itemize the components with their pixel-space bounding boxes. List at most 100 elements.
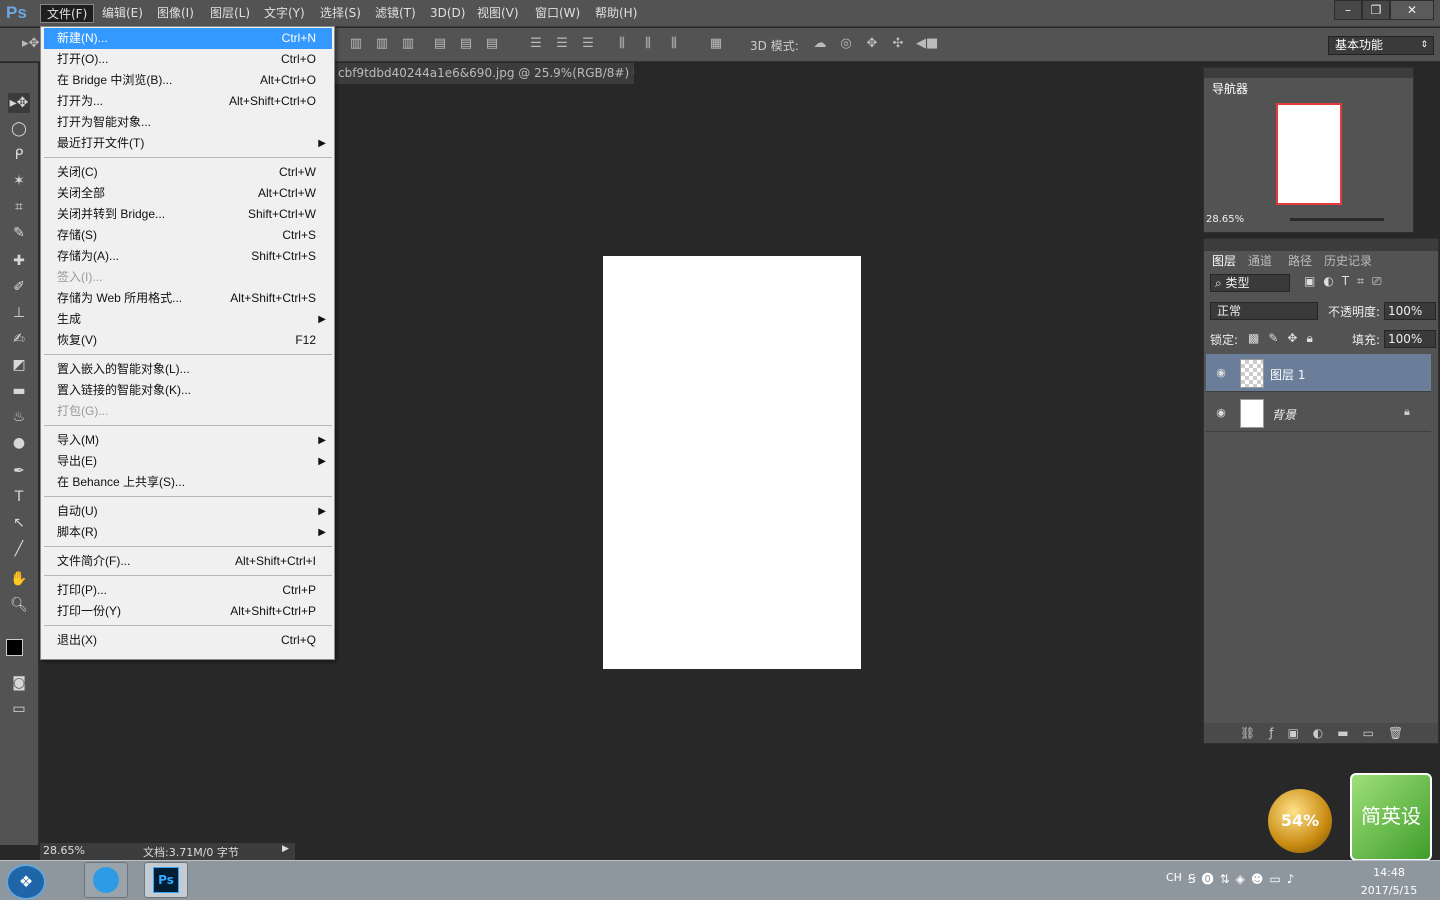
tab-navigator[interactable]: 导航器 <box>1206 81 1255 97</box>
hand-tool-icon[interactable]: ✋ <box>8 569 30 589</box>
gradient-tool-icon[interactable]: ▬ <box>8 381 30 401</box>
align-left-icon[interactable]: ▤ <box>432 36 448 52</box>
tab-layers[interactable]: 图层 <box>1206 253 1243 269</box>
zoom-tool-icon[interactable]: 🔍︎ <box>8 595 30 615</box>
line-tool-icon[interactable]: ╱ <box>8 539 30 559</box>
type-tool-icon[interactable]: T <box>8 487 30 507</box>
file-menu-item[interactable]: 打印(P)... Ctrl+P <box>44 580 332 601</box>
taskbar-app-browser[interactable] <box>84 862 128 898</box>
restore-button[interactable]: ❐ <box>1362 0 1390 20</box>
speed-ball-widget[interactable]: 54% <box>1268 789 1332 853</box>
file-menu-item[interactable]: 置入嵌入的智能对象(L)... <box>44 359 332 380</box>
distribute-vcenter-icon[interactable]: ☰ <box>554 36 570 52</box>
3d-scale-icon[interactable]: ◀■ <box>916 36 938 52</box>
pen-tool-icon[interactable]: ✒ <box>8 461 30 481</box>
file-menu-item[interactable]: 存储为(A)... Shift+Ctrl+S <box>44 246 332 267</box>
magic-wand-icon[interactable]: ✶ <box>8 171 30 191</box>
file-menu-item[interactable]: 关闭全部 Alt+Ctrl+W <box>44 183 332 204</box>
foreground-color-swatch[interactable] <box>6 639 23 656</box>
quick-mask-icon[interactable]: ◙ <box>8 673 30 693</box>
navigator-zoom[interactable]: 28.65% <box>1204 214 1244 225</box>
file-menu-item[interactable]: 恢复(V) F12 <box>44 330 332 351</box>
file-menu-item[interactable]: 生成 ▶ <box>44 309 332 330</box>
layers-panel-footer[interactable]: ⛓ƒ▣◐▬▭🗑︎ <box>1204 723 1438 743</box>
menu-10[interactable]: 帮助(H) <box>589 4 643 23</box>
file-menu-item[interactable]: 文件简介(F)... Alt+Shift+Ctrl+I <box>44 551 332 572</box>
file-menu-item[interactable]: 新建(N)... Ctrl+N <box>44 28 332 49</box>
layer-filter-icons[interactable]: ▣◐T⌗⎚ <box>1304 274 1424 289</box>
3d-slide-icon[interactable]: ✣ <box>890 36 906 52</box>
blur-tool-icon[interactable]: ♨ <box>8 407 30 427</box>
distribute-top-icon[interactable]: ☰ <box>528 36 544 52</box>
document-canvas[interactable] <box>603 256 861 669</box>
file-menu-item[interactable]: 在 Bridge 中浏览(B)... Alt+Ctrl+O <box>44 70 332 91</box>
menu-5[interactable]: 选择(S) <box>314 4 367 23</box>
file-menu-item[interactable]: 打开为... Alt+Shift+Ctrl+O <box>44 91 332 112</box>
file-menu-item[interactable]: 退出(X) Ctrl+Q <box>44 630 332 651</box>
file-menu-item[interactable]: 导入(M) ▶ <box>44 430 332 451</box>
3d-drag-icon[interactable]: ✥ <box>864 36 880 52</box>
tab-history[interactable]: 历史记录 <box>1324 253 1372 269</box>
file-menu-item[interactable]: 关闭并转到 Bridge... Shift+Ctrl+W <box>44 204 332 225</box>
path-selection-icon[interactable]: ↖ <box>8 513 30 533</box>
crop-tool-icon[interactable]: ⌗ <box>8 197 30 217</box>
system-clock[interactable]: 14:48 2017/5/15 <box>1354 864 1424 900</box>
file-menu-item[interactable]: 在 Behance 上共享(S)... <box>44 472 332 493</box>
menu-0[interactable]: 文件(F) <box>40 4 95 23</box>
align-bottom-icon[interactable]: ▥ <box>400 36 416 52</box>
layer-row-background[interactable]: ◉ 背景 🔒︎ <box>1206 394 1431 432</box>
file-menu-item[interactable]: 打开(O)... Ctrl+O <box>44 49 332 70</box>
file-menu-item[interactable]: 导出(E) ▶ <box>44 451 332 472</box>
visibility-eye-icon[interactable]: ◉ <box>1214 366 1228 380</box>
fill-input[interactable]: 100% <box>1384 330 1436 348</box>
system-tray-icons[interactable]: Ꞩ⓿⇅◈☻▭♪ <box>1188 870 1300 887</box>
menu-4[interactable]: 文字(Y) <box>258 4 311 23</box>
distribute-right-icon[interactable]: ⫼ <box>666 36 682 52</box>
menu-3[interactable]: 图层(L) <box>204 4 256 23</box>
lock-icons[interactable]: ▩✎✥🔒︎ <box>1248 331 1322 346</box>
3d-roll-icon[interactable]: ◎ <box>838 36 854 52</box>
move-tool-options-icon[interactable]: ▸✥ <box>22 36 39 52</box>
navigator-zoom-slider[interactable] <box>1290 218 1384 221</box>
ad-widget[interactable]: 简英设 <box>1350 773 1432 861</box>
file-menu-item[interactable]: 脚本(R) ▶ <box>44 522 332 543</box>
menu-2[interactable]: 图像(I) <box>151 4 200 23</box>
file-menu-item[interactable]: 打开为智能对象... <box>44 112 332 133</box>
visibility-eye-icon[interactable]: ◉ <box>1214 406 1228 420</box>
layer-filter-select[interactable]: ⌕ 类型 <box>1210 274 1290 292</box>
healing-brush-icon[interactable]: ✚ <box>8 251 30 271</box>
blend-mode-select[interactable]: 正常 <box>1210 302 1318 320</box>
distribute-hcenter-icon[interactable]: ⫼ <box>640 36 656 52</box>
dodge-tool-icon[interactable]: ● <box>8 433 30 453</box>
file-menu-item[interactable]: 打印一份(Y) Alt+Shift+Ctrl+P <box>44 601 332 622</box>
eraser-tool-icon[interactable]: ◩ <box>8 355 30 375</box>
3d-rotate-icon[interactable]: ☁ <box>812 36 828 52</box>
status-arrow-icon[interactable]: ▶ <box>282 844 289 854</box>
tab-channels[interactable]: 通道 <box>1248 253 1272 269</box>
workspace-select[interactable]: 基本功能 ⇕ <box>1328 36 1434 55</box>
menu-6[interactable]: 滤镜(T) <box>369 4 422 23</box>
tab-paths[interactable]: 路径 <box>1288 253 1312 269</box>
menu-8[interactable]: 视图(V) <box>471 4 525 23</box>
minimize-button[interactable]: – <box>1334 0 1362 20</box>
marquee-tool-icon[interactable]: ◯ <box>8 119 30 139</box>
move-tool-icon[interactable]: ▸✥ <box>8 93 30 113</box>
clone-stamp-icon[interactable]: ⊥ <box>8 303 30 323</box>
auto-align-icon[interactable]: ▦ <box>708 36 724 52</box>
close-button[interactable]: ✕ <box>1390 0 1434 20</box>
taskbar-app-photoshop[interactable]: Ps <box>144 862 188 898</box>
file-menu-item[interactable]: 自动(U) ▶ <box>44 501 332 522</box>
menu-7[interactable]: 3D(D) <box>424 4 471 23</box>
menu-1[interactable]: 编辑(E) <box>96 4 149 23</box>
layer-row-layer1[interactable]: ◉ 图层 1 <box>1206 354 1431 392</box>
brush-tool-icon[interactable]: ✐ <box>8 277 30 297</box>
menu-9[interactable]: 窗口(W) <box>529 4 586 23</box>
file-menu-item[interactable]: 最近打开文件(T) ▶ <box>44 133 332 154</box>
ime-indicator[interactable]: CH <box>1166 871 1182 884</box>
align-right-icon[interactable]: ▤ <box>484 36 500 52</box>
lasso-tool-icon[interactable]: ᑭ <box>8 145 30 165</box>
align-vcenter-icon[interactable]: ▥ <box>374 36 390 52</box>
align-top-icon[interactable]: ▥ <box>348 36 364 52</box>
align-hcenter-icon[interactable]: ▤ <box>458 36 474 52</box>
opacity-input[interactable]: 100% <box>1384 302 1436 320</box>
